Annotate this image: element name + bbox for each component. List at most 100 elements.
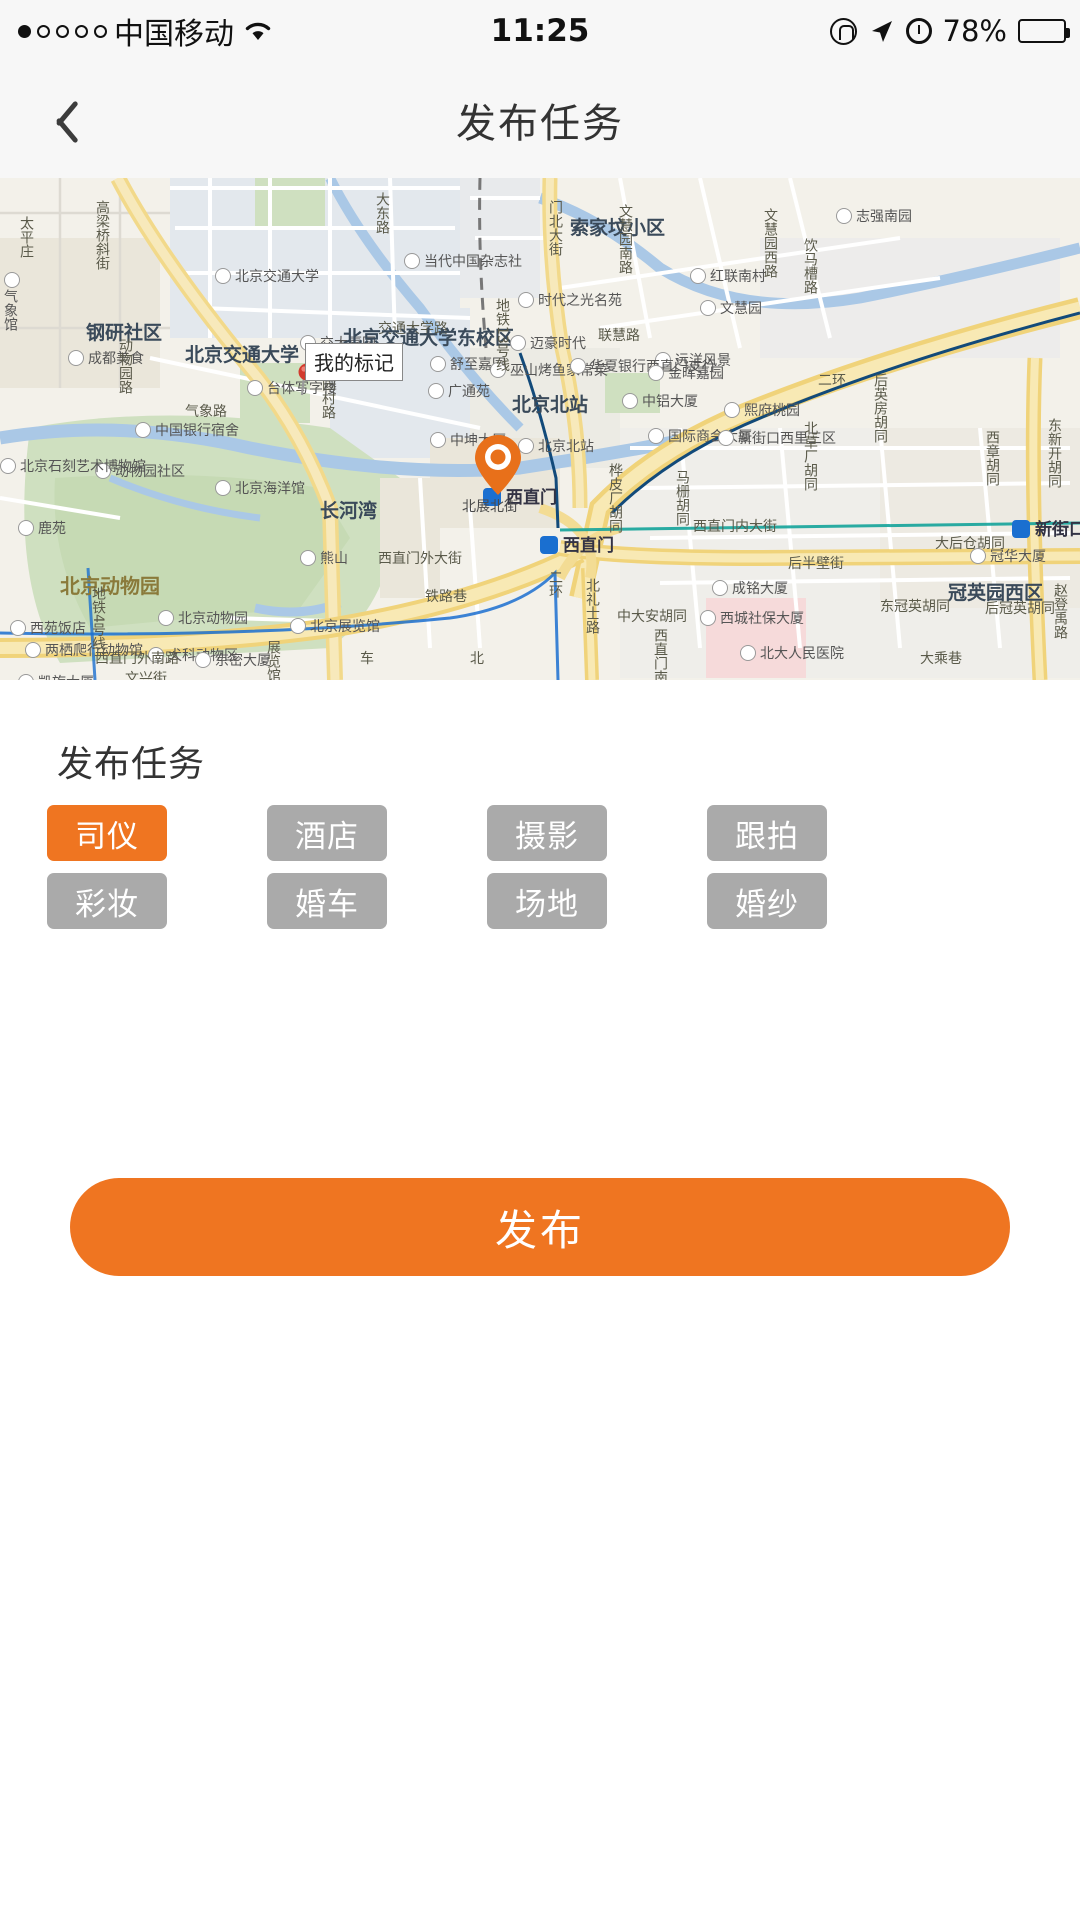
- map-label-text: 后冠英胡同: [985, 601, 1055, 617]
- map-label-text: 北礼士路: [584, 578, 600, 634]
- map-label-text: 气象馆: [2, 289, 18, 331]
- map-label-text: 北京展览馆: [310, 619, 380, 635]
- map-label: 鹿苑: [18, 518, 66, 538]
- map-label: 北京动物园: [158, 608, 248, 628]
- map-label: 地铁4号线: [88, 586, 108, 651]
- map-label-text: 地铁13号线: [494, 298, 510, 372]
- map-label-text: 文慧园: [720, 301, 762, 317]
- map-label: 东新开胡同: [1044, 418, 1064, 488]
- map-label-text: 饮马槽路: [802, 238, 818, 294]
- battery-icon: [1018, 19, 1070, 43]
- map-label-text: 新街口: [1035, 520, 1080, 540]
- map-label: 金晖嘉园: [648, 363, 724, 383]
- task-category-tag-婚纱[interactable]: 婚纱: [707, 873, 827, 929]
- poi-marker-icon: [700, 300, 716, 316]
- map-label: 西直门外大街: [378, 548, 462, 568]
- poi-marker-icon: [25, 642, 41, 658]
- map-label: 后冠英胡同: [985, 598, 1055, 618]
- map-label-text: 西直门内大街: [693, 519, 777, 535]
- task-category-tag-婚车[interactable]: 婚车: [267, 873, 387, 929]
- map-label: 迈豪时代: [510, 333, 586, 353]
- task-category-tag-酒店[interactable]: 酒店: [267, 805, 387, 861]
- poi-marker-icon: [215, 268, 231, 284]
- map-label: 西苑饭店: [10, 618, 86, 638]
- map-label: 中铝大厦: [622, 391, 698, 411]
- map-label-text: 地铁4号线: [90, 586, 106, 651]
- section-title: 发布任务: [57, 743, 206, 784]
- map-label-text: 太平庄: [18, 216, 34, 258]
- battery-percent-label: 78%: [942, 14, 1007, 48]
- map-label-text: 迈豪时代: [530, 336, 586, 352]
- map-label: 红联南村: [690, 266, 766, 286]
- poi-marker-icon: [648, 428, 664, 444]
- map-label: 中大安胡同: [617, 606, 687, 626]
- map-label-text: 中大安胡同: [617, 609, 687, 625]
- map-label: 西城社保大厦: [700, 608, 804, 628]
- map-label-text: 成铭大厦: [732, 581, 788, 597]
- map-label: 二环: [818, 370, 846, 390]
- task-category-tag-场地[interactable]: 场地: [487, 873, 607, 929]
- rotation-lock-icon: [829, 17, 857, 45]
- task-category-tag-摄影[interactable]: 摄影: [487, 805, 607, 861]
- poi-marker-icon: [158, 610, 174, 626]
- poi-marker-icon: [570, 358, 586, 374]
- map-label: 动物园路: [115, 338, 135, 394]
- map-label-text: 后英房胡同: [872, 373, 888, 443]
- poi-marker-icon: [135, 422, 151, 438]
- task-category-tag-彩妆[interactable]: 彩妆: [47, 873, 167, 929]
- map-label-text: 东冠英胡同: [880, 599, 950, 615]
- poi-marker-icon: [740, 645, 756, 661]
- map-label-text: 马栅胡同: [674, 470, 690, 526]
- map-label-text: 北: [470, 651, 484, 667]
- map-label-text: 北京北站: [538, 439, 594, 455]
- map-label-text: 北京海洋馆: [235, 481, 305, 497]
- task-category-tag-跟拍[interactable]: 跟拍: [707, 805, 827, 861]
- back-button[interactable]: [42, 62, 124, 178]
- map-label-text: 北京动物园: [60, 574, 160, 598]
- map-label: 文兴街: [125, 668, 167, 680]
- map-label: 后英房胡同: [870, 373, 890, 443]
- map-label: 马栅胡同: [672, 470, 692, 526]
- map-label: 台体写字楼: [247, 378, 337, 398]
- poi-marker-icon: [4, 272, 20, 288]
- map-callout-my-marker[interactable]: 我的标记: [305, 343, 403, 381]
- poi-marker-icon: [290, 618, 306, 634]
- map-label-text: 大后仓胡同: [935, 536, 1005, 552]
- poi-marker-icon: [648, 365, 664, 381]
- map-label-text: 凯旋大厦: [38, 675, 94, 680]
- poi-marker-icon: [518, 292, 534, 308]
- map-label: 饮马槽路: [800, 238, 820, 294]
- map-label: 气象馆: [0, 272, 24, 331]
- task-category-tag-司仪[interactable]: 司仪: [47, 805, 167, 861]
- poi-marker-icon: [0, 458, 16, 474]
- map-label: 当代中国杂志社: [404, 251, 522, 271]
- page-title: 发布任务: [456, 102, 624, 146]
- poi-marker-icon: [724, 402, 740, 418]
- map-label: 长河湾: [320, 496, 377, 523]
- map-label: 北: [470, 648, 484, 668]
- task-category-tag-group: 司仪 酒店 摄影 跟拍彩妆 婚车 场地 婚纱: [47, 805, 1037, 941]
- map-label: 大乘巷: [920, 648, 962, 668]
- map-label: 联慧路: [598, 325, 640, 345]
- map-label: 京密大厦: [195, 650, 271, 670]
- map-label: 西章胡同: [982, 430, 1002, 486]
- publish-button[interactable]: 发布: [70, 1178, 1010, 1276]
- map-label: 文慧园: [700, 298, 762, 318]
- map-label-text: 新街口西里三区: [738, 431, 836, 447]
- map-label: 铁路巷: [425, 586, 467, 606]
- subway-station-icon: [1012, 520, 1030, 538]
- map-view[interactable]: 太平庄高梁桥斜街气象馆钢研社区北京交通大学北京交通大学交大嘉园交通大学路大东路当…: [0, 178, 1080, 680]
- poi-marker-icon: [430, 356, 446, 372]
- poi-marker-icon: [18, 520, 34, 536]
- map-label-text: 桦皮厂胡同: [607, 463, 623, 533]
- chevron-left-icon: [42, 93, 72, 147]
- poi-marker-icon: [10, 620, 26, 636]
- map-label: 桦皮厂胡同: [605, 463, 625, 533]
- map-label-text: 西直门外大街: [378, 551, 462, 567]
- map-label-text: 北京动物园: [178, 611, 248, 627]
- map-label-text: 红联南村: [710, 269, 766, 285]
- map-label: 时代之光名苑: [518, 290, 622, 310]
- poi-marker-icon: [622, 393, 638, 409]
- map-label-text: 车: [360, 651, 374, 667]
- map-label-text: 西直门外南路: [95, 651, 179, 667]
